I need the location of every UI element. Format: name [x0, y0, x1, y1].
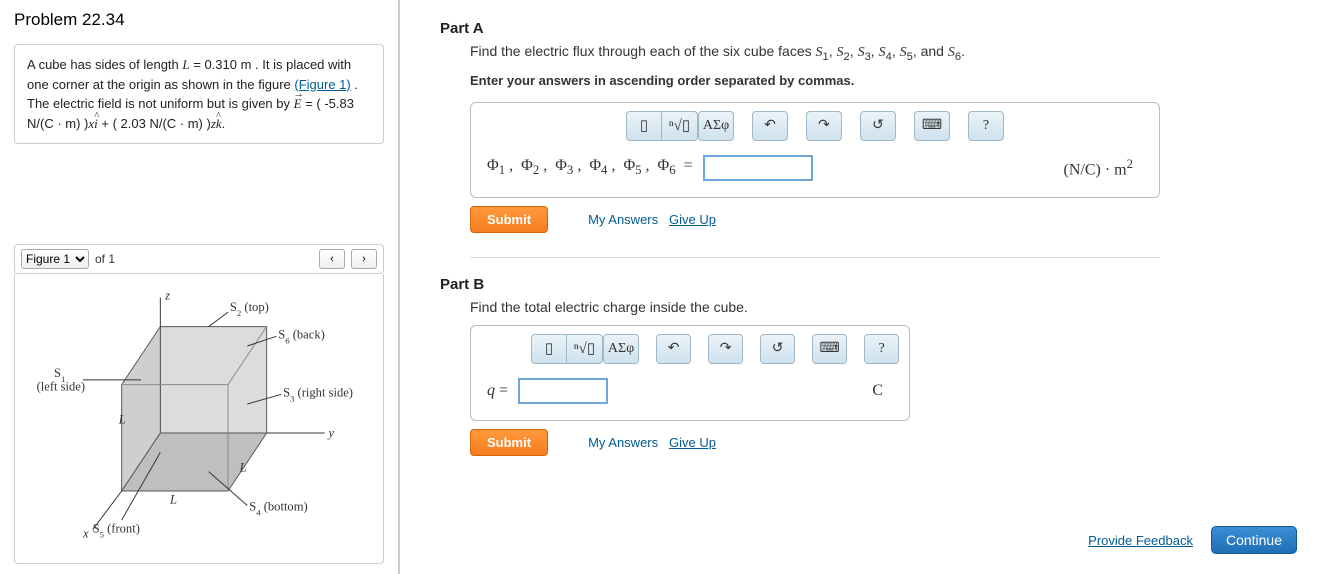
left-panel: Problem 22.34 A cube has sides of length… [0, 0, 400, 574]
figure-next-button[interactable]: › [351, 249, 377, 269]
unit: N/(C · m) ) [149, 116, 210, 131]
template-button[interactable]: ▯ [531, 334, 567, 364]
part-b-answer-box: ▯ ⁿ√▯ ΑΣφ ↶ ↷ ↺ ⌨ ? q = C [470, 325, 910, 421]
figure-prev-button[interactable]: ‹ [319, 249, 345, 269]
vec-E: →E [294, 96, 302, 111]
figure-area: z y x L L L S1 (left side) S2 (top) S6 (… [14, 274, 384, 564]
undo-button[interactable]: ↶ [752, 111, 788, 141]
continue-button[interactable]: Continue [1211, 526, 1297, 554]
answer-toolbar-a: ▯ ⁿ√▯ ΑΣφ ↶ ↷ ↺ ⌨ ? [471, 103, 1159, 149]
part-b-give-up-link[interactable]: Give Up [669, 435, 716, 450]
part-a-actions: Submit My Answers Give Up [470, 206, 1317, 233]
part-b-submit-button[interactable]: Submit [470, 429, 548, 456]
part-a-submit-button[interactable]: Submit [470, 206, 548, 233]
edge-L-3: L [239, 461, 247, 475]
text: + ( 2.03 [98, 116, 150, 131]
ihat: i [94, 116, 98, 131]
greek-button[interactable]: ΑΣφ [603, 334, 639, 364]
unit: m [241, 57, 252, 72]
text: = ( -5.83 [302, 96, 354, 111]
redo-button[interactable]: ↷ [806, 111, 842, 141]
greek-button[interactable]: ΑΣφ [698, 111, 734, 141]
part-b-answer-input[interactable] [518, 378, 608, 404]
part-a-unit: (N/C) · m2 [1063, 157, 1143, 179]
keyboard-button[interactable]: ⌨ [812, 334, 847, 364]
redo-button[interactable]: ↷ [708, 334, 743, 364]
reset-button[interactable]: ↺ [860, 111, 896, 141]
part-a-var-label: Φ1 , Φ2 , Φ3 , Φ4 , Φ5 , Φ6 = [487, 157, 693, 178]
text: . [222, 116, 226, 131]
undo-button[interactable]: ↶ [656, 334, 691, 364]
part-b-heading: Part B [440, 276, 1317, 293]
part-a-instruction: Enter your answers in ascending order se… [470, 73, 1317, 88]
help-button[interactable]: ? [864, 334, 899, 364]
face-s2: S2 (top) [230, 300, 269, 318]
face-s6: S6 (back) [278, 327, 325, 345]
part-b-input-row: q = C [471, 372, 909, 420]
divider [470, 257, 1160, 258]
part-a-my-answers-link[interactable]: My Answers [588, 212, 658, 227]
keyboard-button[interactable]: ⌨ [914, 111, 950, 141]
part-a-give-up-link[interactable]: Give Up [669, 212, 716, 227]
part-a-question: Find the electric flux through each of t… [470, 43, 1317, 63]
khat: k [216, 116, 222, 131]
face-s3: S3 (right side) [283, 385, 353, 403]
part-a-answer-box: ▯ ⁿ√▯ ΑΣφ ↶ ↷ ↺ ⌨ ? Φ1 , Φ2 , Φ3 , Φ4 , … [470, 102, 1160, 198]
text: A cube has sides of length [27, 57, 182, 72]
figure-count: of 1 [95, 252, 115, 266]
part-b-actions: Submit My Answers Give Up [470, 429, 1317, 456]
var-L: L [182, 57, 189, 72]
part-a-answer-input[interactable] [703, 155, 813, 181]
text: = 0.310 [190, 57, 241, 72]
axis-x-label: x [82, 526, 89, 540]
axis-y-label: y [327, 426, 335, 440]
edge-L-1: L [118, 412, 126, 426]
sqrt-button[interactable]: ⁿ√▯ [662, 111, 698, 141]
edge-L-2: L [169, 493, 177, 507]
provide-feedback-link[interactable]: Provide Feedback [1088, 533, 1193, 548]
right-panel: Part A Find the electric flux through ea… [400, 0, 1337, 574]
figure-selector[interactable]: Figure 1 [21, 249, 89, 269]
axis-z-label: z [164, 289, 170, 303]
problem-statement: A cube has sides of length L = 0.310 m .… [14, 44, 384, 144]
unit: N/(C · m) ) [27, 116, 88, 131]
help-button[interactable]: ? [968, 111, 1004, 141]
part-b-unit: C [872, 382, 893, 400]
problem-title: Problem 22.34 [14, 10, 384, 30]
cube-figure: z y x L L L S1 (left side) S2 (top) S6 (… [25, 284, 373, 553]
template-button[interactable]: ▯ [626, 111, 662, 141]
face-s1-sub: (left side) [37, 379, 85, 393]
reset-button[interactable]: ↺ [760, 334, 795, 364]
part-b-var-label: q = [487, 382, 508, 400]
figure-toolbar: Figure 1 of 1 ‹ › [14, 244, 384, 274]
face-s5: S5 (front) [93, 522, 140, 540]
part-b-my-answers-link[interactable]: My Answers [588, 435, 658, 450]
part-a-heading: Part A [440, 20, 1317, 37]
face-s4: S4 (bottom) [249, 499, 307, 517]
part-a-input-row: Φ1 , Φ2 , Φ3 , Φ4 , Φ5 , Φ6 = (N/C) · m2 [471, 149, 1159, 197]
footer: Provide Feedback Continue [440, 520, 1317, 564]
answer-toolbar-b: ▯ ⁿ√▯ ΑΣφ ↶ ↷ ↺ ⌨ ? [471, 326, 909, 372]
sqrt-button[interactable]: ⁿ√▯ [567, 334, 603, 364]
part-b-question: Find the total electric charge inside th… [470, 299, 1317, 315]
